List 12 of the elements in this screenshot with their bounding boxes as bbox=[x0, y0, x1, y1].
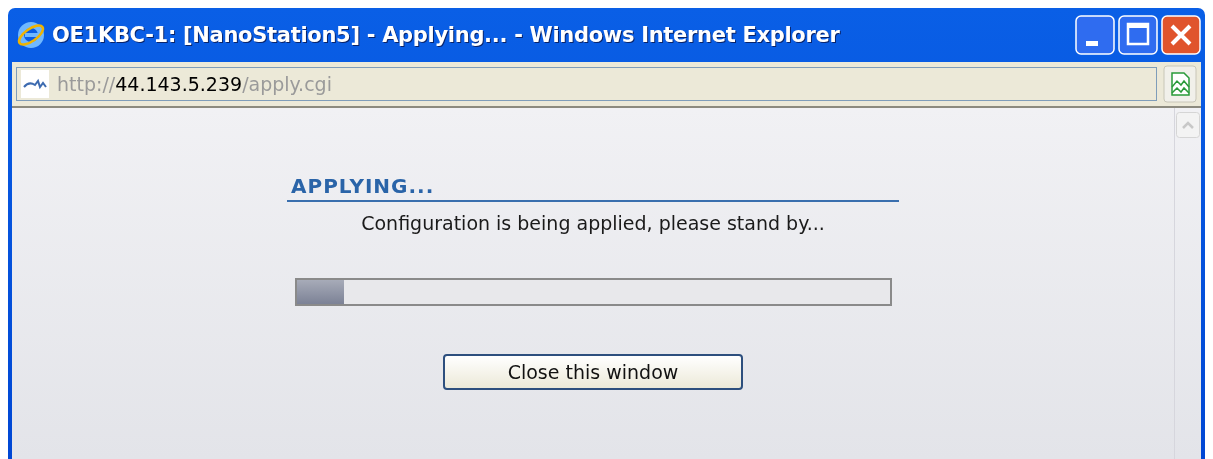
close-button[interactable] bbox=[1161, 15, 1201, 55]
panel-heading: APPLYING... bbox=[287, 174, 899, 202]
close-window-button[interactable]: Close this window bbox=[443, 354, 743, 390]
maximize-button[interactable] bbox=[1118, 15, 1158, 55]
internet-explorer-icon bbox=[16, 20, 46, 50]
minimize-button[interactable] bbox=[1075, 15, 1115, 55]
page-icon[interactable] bbox=[1163, 65, 1197, 103]
url-text: http://44.143.5.239/apply.cgi bbox=[57, 73, 332, 95]
address-field[interactable]: http://44.143.5.239/apply.cgi bbox=[16, 67, 1157, 101]
status-message: Configuration is being applied, please stand by... bbox=[361, 212, 825, 234]
window-title: OE1KBC-1: [NanoStation5] - Applying... - Windows Internet Explorer bbox=[52, 23, 841, 47]
site-logo-icon bbox=[21, 70, 49, 98]
